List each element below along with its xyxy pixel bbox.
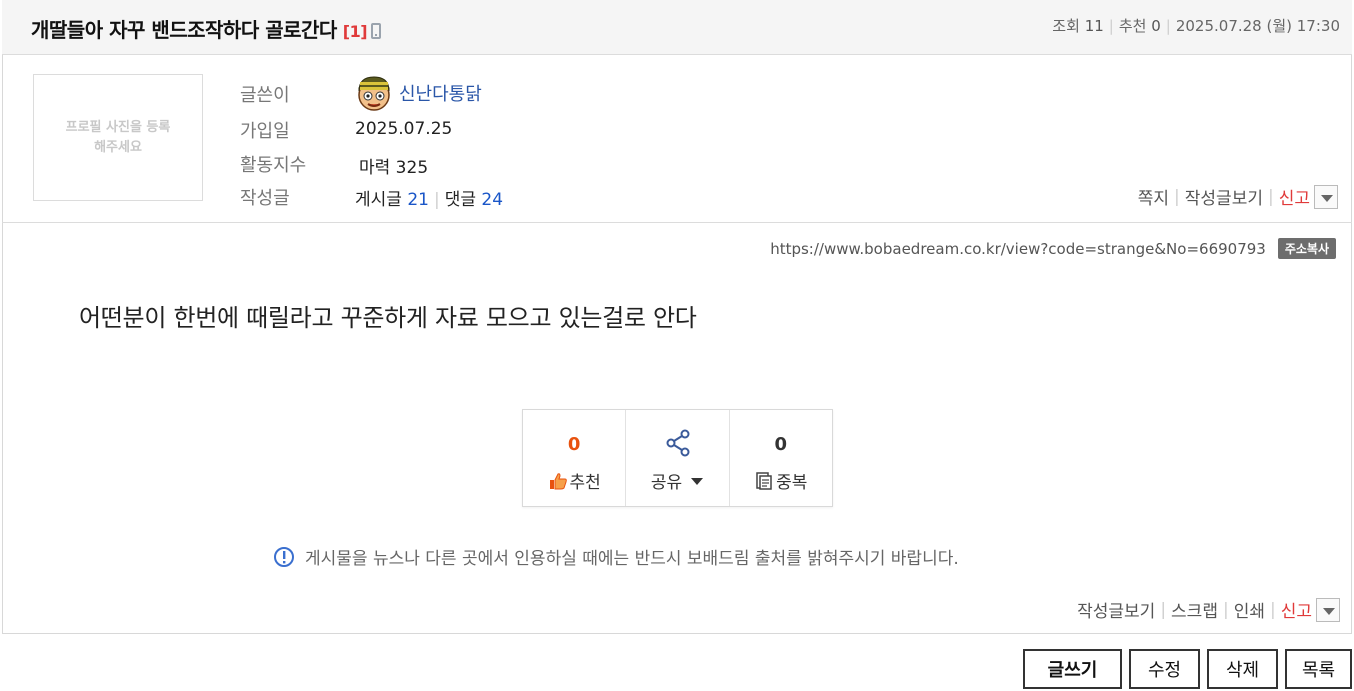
posts-value: 게시글 21 | 댓글 24 xyxy=(355,190,504,210)
joined-label: 가입일 xyxy=(240,121,290,142)
chevron-down-icon[interactable] xyxy=(1314,184,1338,209)
recommend-button[interactable]: 0 추천 xyxy=(523,410,627,506)
share-button[interactable]: 공유 xyxy=(626,410,730,506)
posts-count[interactable]: 21 xyxy=(407,190,429,210)
writer-label: 글쓴이 xyxy=(240,85,290,106)
thumbs-up-icon xyxy=(549,472,567,489)
print-link[interactable]: 인쇄 xyxy=(1234,597,1265,622)
author-nickname[interactable]: 신난다통닭 xyxy=(399,84,482,105)
recommend-label-row: 추천 xyxy=(523,468,625,493)
views-label: 조회 xyxy=(1052,17,1080,35)
recommend-label: 추천 xyxy=(1118,17,1147,35)
recommend-label: 추천 xyxy=(569,473,601,493)
report-link-bottom[interactable]: 신고 xyxy=(1281,597,1312,622)
document-icon xyxy=(756,471,772,490)
post-datetime: 2025.07.28 (월) 17:30 xyxy=(1175,17,1340,35)
comment-count[interactable]: [1] xyxy=(343,22,368,41)
recommend-count: 0 xyxy=(1151,17,1161,35)
post-footer-actions: 작성글보기 | 스크랩 | 인쇄 | 신고 xyxy=(1077,597,1340,622)
author-actions: 쪽지 | 작성글보기 | 신고 xyxy=(1138,184,1338,209)
post-title-text: 개딸들아 자꾸 밴드조작하다 골로간다 xyxy=(31,18,337,42)
message-link[interactable]: 쪽지 xyxy=(1138,184,1169,209)
share-icon xyxy=(666,429,690,457)
post-title: 개딸들아 자꾸 밴드조작하다 골로간다 [1] xyxy=(31,14,382,43)
duplicate-label: 중복 xyxy=(776,473,808,493)
board-buttons: 글쓰기 수정 삭제 목록 xyxy=(1023,649,1352,689)
writer-value[interactable]: 신난다통닭 xyxy=(355,74,482,112)
post-url-line: https://www.bobaedream.co.kr/view?code=s… xyxy=(770,238,1336,259)
citation-notice: 게시물을 뉴스나 다른 곳에서 인용하실 때에는 반드시 보배드림 출처를 밝혀… xyxy=(273,544,959,569)
posts-label: 작성글 xyxy=(240,188,290,209)
write-button[interactable]: 글쓰기 xyxy=(1023,649,1122,689)
share-label-row: 공유 xyxy=(626,468,728,493)
views-count: 11 xyxy=(1084,17,1104,35)
copy-url-button[interactable]: 주소복사 xyxy=(1277,238,1336,259)
mobile-icon xyxy=(371,23,382,39)
delete-button[interactable]: 삭제 xyxy=(1207,649,1278,689)
post-header: 개딸들아 자꾸 밴드조작하다 골로간다 [1] 조회 11 | 추천 0 | 2025.0… xyxy=(2,0,1352,55)
share-label: 공유 xyxy=(650,473,683,493)
caret-down-icon xyxy=(691,477,704,485)
report-link[interactable]: 신고 xyxy=(1279,184,1310,209)
chevron-down-icon[interactable] xyxy=(1316,597,1340,622)
comments-count[interactable]: 24 xyxy=(481,190,503,210)
avatar-icon xyxy=(358,76,390,111)
profile-placeholder-text: 프로필 사진을 등록해주세요 xyxy=(65,119,171,155)
duplicate-label-row: 중복 xyxy=(730,468,832,493)
activity-label: 활동지수 xyxy=(240,155,307,176)
view-posts-link[interactable]: 작성글보기 xyxy=(1185,184,1263,209)
comments-text: 댓글 xyxy=(444,190,476,210)
reaction-box: 0 추천 공유 0 중복 xyxy=(522,409,833,507)
author-info: 프로필 사진을 등록해주세요 글쓴이 신난다통닭 가입일 2025.07.25 … xyxy=(2,55,1352,223)
duplicate-button[interactable]: 0 중복 xyxy=(730,410,832,506)
post-url: https://www.bobaedream.co.kr/view?code=s… xyxy=(770,239,1266,258)
profile-photo-placeholder: 프로필 사진을 등록해주세요 xyxy=(33,74,203,201)
joined-value: 2025.07.25 xyxy=(355,119,453,139)
view-posts-link-bottom[interactable]: 작성글보기 xyxy=(1077,597,1155,622)
recommend-count-display: 0 xyxy=(567,434,581,455)
duplicate-count-display: 0 xyxy=(774,434,788,455)
activity-value: 마력 325 xyxy=(359,158,429,178)
edit-button[interactable]: 수정 xyxy=(1129,649,1200,689)
posts-text: 게시글 xyxy=(355,190,402,210)
post-body: 어떤분이 한번에 때릴라고 꾸준하게 자료 모으고 있는걸로 안다 xyxy=(79,304,697,332)
list-button[interactable]: 목록 xyxy=(1285,649,1352,689)
scrap-link[interactable]: 스크랩 xyxy=(1171,597,1218,622)
post-meta: 조회 11 | 추천 0 | 2025.07.28 (월) 17:30 xyxy=(1052,17,1340,35)
exclamation-icon xyxy=(274,546,294,567)
notice-text: 게시물을 뉴스나 다른 곳에서 인용하실 때에는 반드시 보배드림 출처를 밝혀… xyxy=(305,549,959,569)
